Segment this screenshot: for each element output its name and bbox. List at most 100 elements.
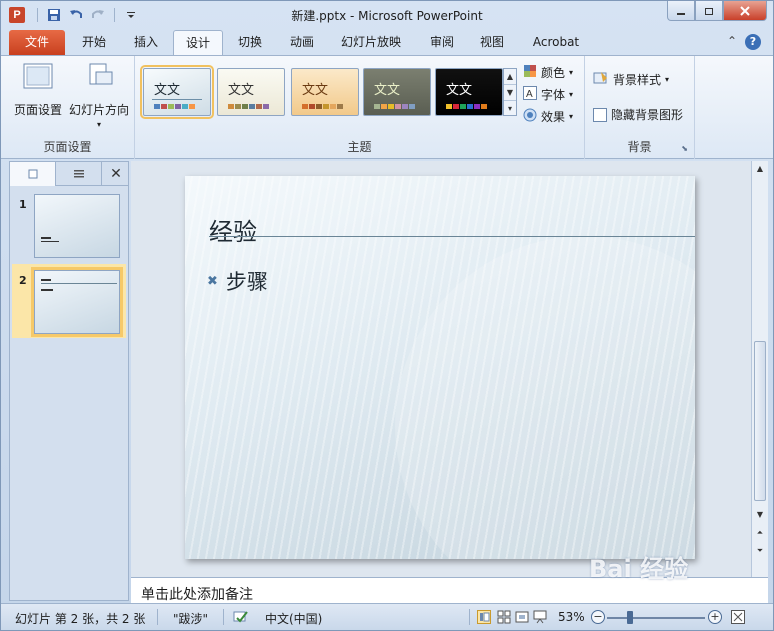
page-setup-button[interactable]: 页面设置 — [13, 62, 63, 118]
previous-slide-icon[interactable]: ⏶ — [752, 525, 768, 541]
slide-title[interactable]: 经验 — [209, 212, 257, 247]
zoom-out-icon[interactable]: − — [591, 610, 605, 624]
title-underline — [209, 236, 695, 237]
dropdown-arrow-icon: ▾ — [569, 112, 574, 121]
group-background: 背景样式 ▾ 隐藏背景图形 背景 ⬊ — [585, 56, 695, 159]
theme-thumbnail-4[interactable]: 文文 — [363, 68, 431, 116]
minimize-button[interactable] — [667, 1, 695, 21]
tab-file[interactable]: 文件 — [9, 30, 65, 55]
slide-orientation-label: 幻灯片方向 — [68, 103, 129, 117]
background-styles-button[interactable]: 背景样式 ▾ — [593, 70, 669, 89]
tab-slideshow[interactable]: 幻灯片放映 — [333, 30, 409, 55]
next-slide-icon[interactable]: ⏷ — [752, 543, 768, 559]
scroll-down-icon[interactable]: ▼ — [752, 507, 768, 523]
reading-view-icon[interactable] — [515, 610, 529, 627]
slides-tab[interactable] — [10, 162, 56, 186]
slideshow-view-icon[interactable] — [533, 610, 547, 627]
page-setup-icon — [13, 62, 63, 95]
background-styles-icon — [593, 70, 609, 89]
theme-effects-button[interactable]: 效果 ▾ — [523, 108, 573, 125]
restore-button[interactable] — [695, 1, 723, 21]
slide-orientation-icon — [67, 62, 131, 95]
tab-view[interactable]: 视图 — [469, 30, 515, 55]
hide-background-label: 隐藏背景图形 — [611, 108, 684, 122]
current-slide[interactable]: 经验 ✖ 步骤 — [185, 176, 695, 559]
scroll-up-icon[interactable]: ▲ — [752, 161, 768, 177]
background-styles-label: 背景样式 — [613, 73, 662, 87]
hide-background-checkbox[interactable]: 隐藏背景图形 — [593, 106, 683, 123]
slide-sorter-icon[interactable] — [497, 610, 511, 627]
group-label-themes: 主题 — [347, 140, 372, 154]
thumbnail-number: 1 — [19, 198, 27, 211]
zoom-in-icon[interactable]: + — [708, 610, 722, 624]
zoom-level[interactable]: 53% — [558, 610, 585, 624]
theme-thumbnail-5[interactable]: 文文 — [435, 68, 503, 116]
outline-tab[interactable] — [56, 162, 102, 186]
close-pane-icon[interactable]: ✕ — [104, 162, 128, 185]
tab-design[interactable]: 设计 — [173, 30, 223, 55]
dropdown-arrow-icon: ▾ — [569, 68, 574, 77]
theme-fonts-button[interactable]: A 字体 ▾ — [523, 86, 573, 103]
language-indicator[interactable]: 中文(中国) — [265, 610, 322, 627]
window-title: 新建.pptx - Microsoft PowerPoint — [291, 9, 483, 23]
slide-orientation-button[interactable]: 幻灯片方向 ▾ — [67, 62, 131, 129]
theme-thumbnail-1[interactable]: 文文 — [140, 65, 214, 119]
bullet-x-icon: ✖ — [207, 273, 218, 289]
theme-gallery-scroll[interactable]: ▲ ▼ ▾ — [503, 68, 517, 116]
slide-background-stripes — [185, 176, 695, 559]
group-label-background: 背景 — [627, 140, 652, 154]
slides-tab-icon — [28, 169, 37, 179]
ribbon-design: 页面设置 幻灯片方向 ▾ 页面设置 文文 文文 文文 文文 文文 ▲ ▼ ▾ 颜… — [1, 55, 773, 159]
dropdown-arrow-icon: ▾ — [569, 90, 574, 99]
slide-thumbnail-1[interactable] — [34, 194, 120, 258]
zoom-slider-thumb[interactable] — [627, 611, 633, 624]
close-button[interactable] — [723, 1, 767, 21]
group-page-setup: 页面设置 幻灯片方向 ▾ 页面设置 — [1, 56, 135, 159]
ribbon-tabs: 文件 开始 插入 设计 切换 动画 幻灯片放映 审阅 视图 Acrobat ⌃ … — [1, 30, 773, 55]
watermark-logo: Bai 经验 — [589, 555, 689, 583]
fit-to-window-icon[interactable] — [731, 610, 745, 627]
help-icon[interactable]: ? — [745, 34, 761, 50]
slides-pane-tabs: ✕ — [10, 162, 128, 186]
status-separator — [223, 609, 224, 625]
outline-tab-icon — [73, 170, 84, 178]
slide-editor[interactable]: 经验 ✖ 步骤 — [131, 161, 751, 577]
tab-review[interactable]: 审阅 — [419, 30, 465, 55]
spellcheck-icon[interactable] — [233, 610, 249, 627]
slide-thumbnail-2[interactable] — [31, 267, 123, 337]
group-label-page-setup: 页面设置 — [43, 140, 92, 154]
theme-name: "跋涉" — [173, 612, 209, 626]
tab-transitions[interactable]: 切换 — [227, 30, 273, 55]
dialog-launcher-icon[interactable]: ⬊ — [681, 144, 688, 153]
dropdown-arrow-icon: ▾ — [96, 120, 101, 129]
status-bar: 幻灯片 第 2 张，共 2 张 "跋涉" 中文(中国) 53% − + — [1, 603, 773, 630]
gallery-down-icon[interactable]: ▼ — [504, 85, 516, 101]
theme-thumbnail-2[interactable]: 文文 — [217, 68, 285, 116]
title-bar: P 新建.pptx - Microsoft PowerPoint — [1, 1, 773, 30]
collapse-ribbon-icon[interactable]: ⌃ — [727, 34, 737, 48]
slide-bullet-item[interactable]: ✖ 步骤 — [207, 266, 268, 296]
powerpoint-window: P 新建.pptx - Microsoft PowerPoint 文件 开始 插… — [0, 0, 774, 631]
theme-effects-label: 效果 — [541, 110, 566, 124]
slides-pane: ✕ 1 2 — [9, 161, 129, 601]
tab-home[interactable]: 开始 — [71, 30, 117, 55]
vertical-scrollbar[interactable]: ▲ ▼ ⏶ ⏷ — [751, 161, 768, 577]
gallery-up-icon[interactable]: ▲ — [504, 69, 516, 85]
theme-colors-icon — [523, 64, 537, 81]
theme-colors-label: 颜色 — [541, 66, 566, 80]
gallery-more-icon[interactable]: ▾ — [504, 101, 516, 116]
status-separator — [157, 609, 158, 625]
theme-colors-button[interactable]: 颜色 ▾ — [523, 64, 573, 81]
dropdown-arrow-icon: ▾ — [665, 75, 670, 84]
window-controls — [667, 1, 767, 21]
normal-view-icon[interactable] — [477, 610, 491, 627]
bullet-text: 步骤 — [225, 270, 268, 294]
theme-thumbnail-3[interactable]: 文文 — [291, 68, 359, 116]
scrollbar-thumb[interactable] — [754, 341, 766, 501]
zoom-slider-track[interactable] — [607, 617, 705, 619]
checkbox-icon[interactable] — [593, 107, 607, 122]
tab-acrobat[interactable]: Acrobat — [523, 30, 589, 55]
tab-animations[interactable]: 动画 — [279, 30, 325, 55]
page-setup-label: 页面设置 — [13, 103, 62, 117]
tab-insert[interactable]: 插入 — [123, 30, 169, 55]
